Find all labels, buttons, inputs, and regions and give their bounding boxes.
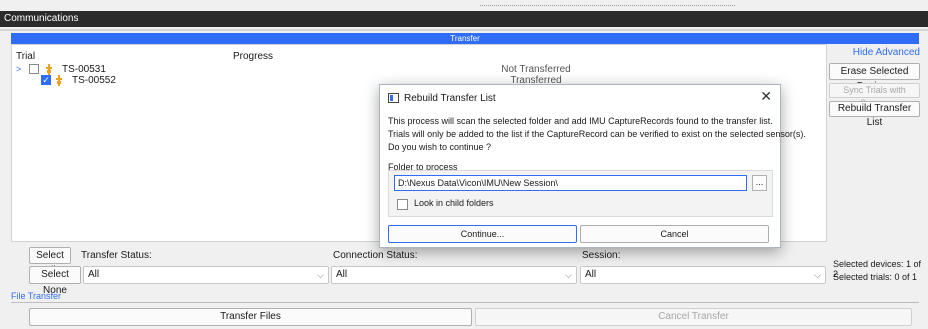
- transfer-status-select[interactable]: All ⌵: [83, 266, 329, 284]
- connection-status-select[interactable]: All ⌵: [331, 266, 577, 284]
- dialog-cancel-button[interactable]: Cancel: [580, 225, 769, 243]
- trial-name: TS-00531: [62, 64, 106, 75]
- browse-button[interactable]: ...: [752, 175, 767, 191]
- title-separator: [0, 29, 928, 31]
- transfer-section-header: Transfer: [11, 33, 919, 44]
- child-folders-checkbox[interactable]: [397, 199, 408, 210]
- transfer-status-label: Transfer Status:: [81, 250, 152, 261]
- sensor-icon: [46, 64, 52, 75]
- table-row[interactable]: > TS-00531 Not Transferred: [16, 64, 826, 75]
- file-transfer-divider: [11, 302, 919, 303]
- folder-path-input[interactable]: D:\Nexus Data\Vicon\IMU\New Session\: [394, 175, 747, 191]
- expand-chevron-icon[interactable]: >: [16, 64, 21, 75]
- row-checkbox[interactable]: [29, 64, 39, 74]
- rebuild-transfer-list-button[interactable]: Rebuild Transfer List: [829, 101, 920, 128]
- close-icon[interactable]: ✕: [760, 88, 772, 105]
- chevron-down-icon: ⌵: [814, 270, 821, 280]
- window-title: Communications: [0, 11, 928, 27]
- dialog-message-line-3: Do you wish to continue ?: [388, 142, 492, 152]
- sync-trials-button[interactable]: Sync Trials with Sensor: [829, 83, 920, 108]
- child-folders-label: Look in child folders: [414, 198, 494, 208]
- erase-selected-devices-button[interactable]: Erase Selected Devices: [829, 63, 920, 92]
- trial-name: TS-00552: [72, 75, 116, 86]
- continue-button[interactable]: Continue...: [388, 225, 577, 243]
- folder-group: D:\Nexus Data\Vicon\IMU\New Session\ ...…: [388, 170, 773, 217]
- hide-advanced-link[interactable]: Hide Advanced: [829, 47, 920, 58]
- transfer-status-value: All: [88, 269, 100, 280]
- row-checkbox-checked[interactable]: ✓: [41, 75, 51, 85]
- session-value: All: [585, 269, 597, 280]
- connection-status-value: All: [336, 269, 348, 280]
- cancel-transfer-button[interactable]: Cancel Transfer: [475, 308, 912, 326]
- column-header-progress: Progress: [233, 51, 274, 62]
- selected-trials-count: Selected trials: 0 of 1: [833, 272, 918, 282]
- column-header-trial: Trial: [16, 51, 36, 62]
- sensor-icon: [56, 75, 62, 86]
- trial-status: Not Transferred: [501, 64, 571, 75]
- connection-status-label: Connection Status:: [333, 250, 418, 261]
- select-all-button[interactable]: Select All: [29, 247, 71, 276]
- dialog-message-line-2: Trials will only be added to the list if…: [388, 129, 806, 139]
- select-none-button[interactable]: Select None: [29, 266, 81, 296]
- dialog-message-line-1: This process will scan the selected fold…: [388, 116, 773, 126]
- window-icon: [388, 93, 399, 103]
- transfer-files-button[interactable]: Transfer Files: [29, 308, 472, 326]
- chevron-down-icon: ⌵: [565, 270, 572, 280]
- chevron-down-icon: ⌵: [317, 270, 324, 280]
- file-transfer-label: File Transfer: [11, 291, 62, 301]
- session-select[interactable]: All ⌵: [580, 266, 826, 284]
- rebuild-transfer-list-dialog: Rebuild Transfer List ✕ This process wil…: [379, 84, 806, 248]
- top-dotted-divider: [480, 5, 735, 6]
- dialog-title: Rebuild Transfer List: [404, 93, 496, 104]
- session-label: Session:: [582, 250, 621, 261]
